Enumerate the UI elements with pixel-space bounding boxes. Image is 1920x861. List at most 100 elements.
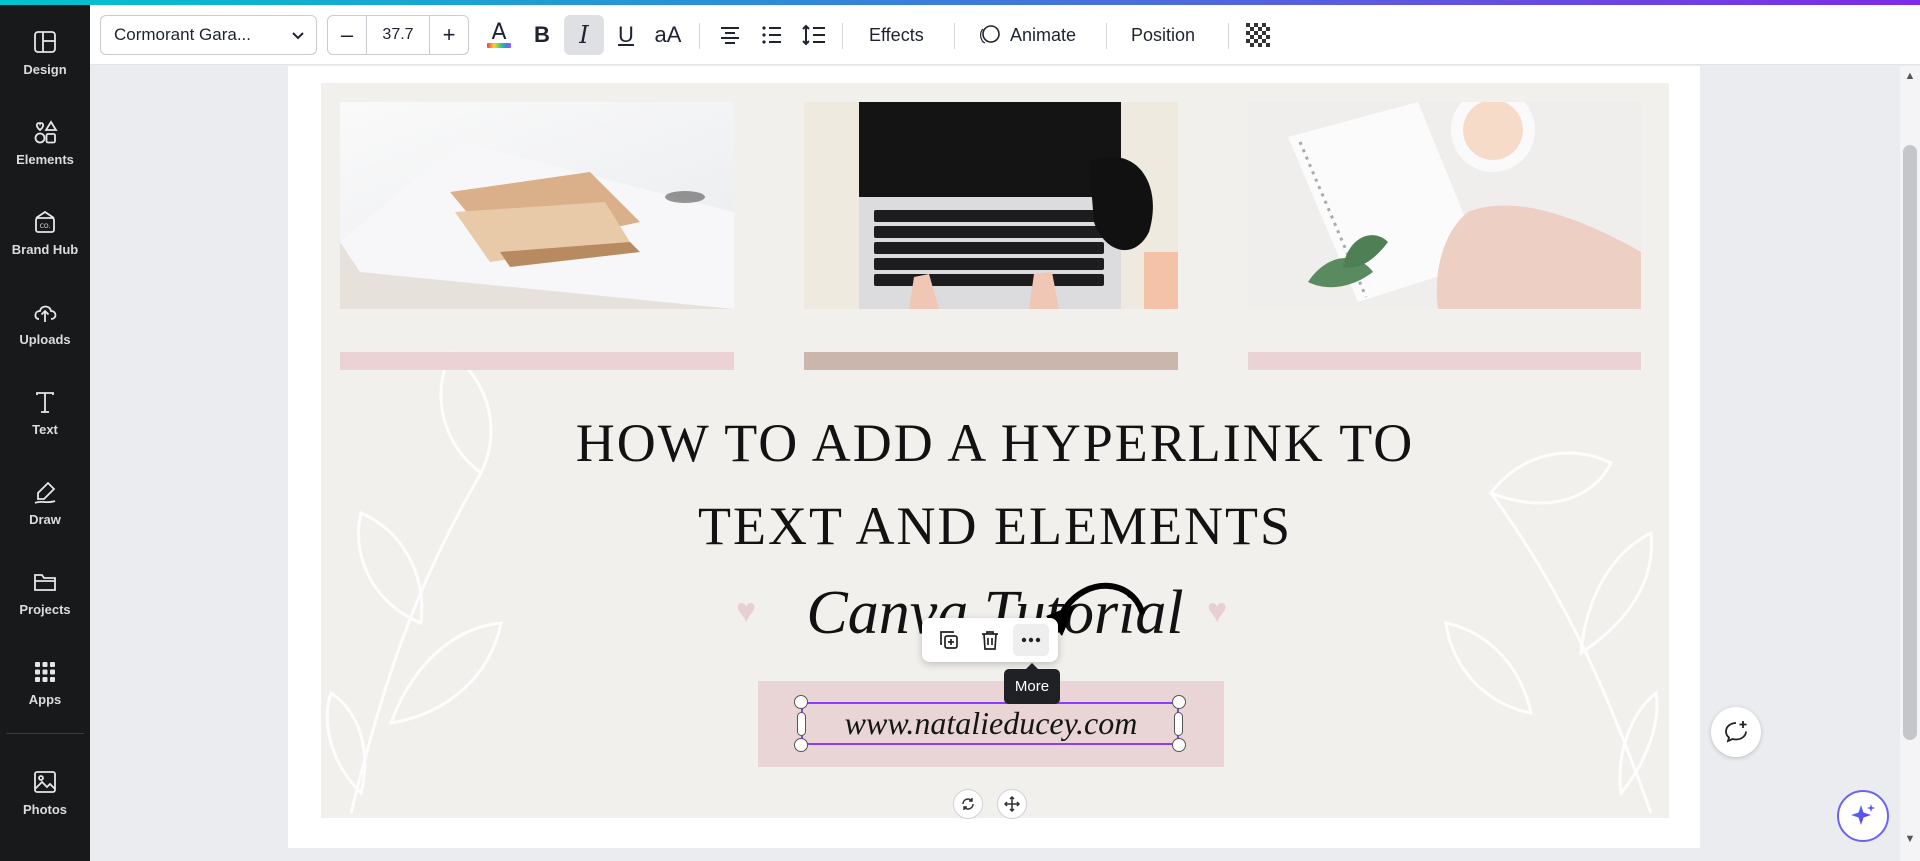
more-options-button[interactable] bbox=[1013, 624, 1050, 656]
sidebar-item-uploads[interactable]: Uploads bbox=[0, 292, 90, 372]
decorative-bar-left[interactable] bbox=[340, 352, 734, 370]
elements-icon bbox=[34, 120, 58, 144]
svg-text:CO.: CO. bbox=[40, 223, 51, 230]
increase-font-size-button[interactable]: + bbox=[430, 16, 468, 54]
letter-case-icon: aA bbox=[654, 22, 682, 47]
more-horizontal-icon bbox=[1022, 637, 1041, 643]
decrease-font-size-button[interactable]: – bbox=[328, 16, 366, 54]
sparkle-icon bbox=[1851, 804, 1875, 825]
toolbar-separator bbox=[842, 23, 843, 49]
animate-button[interactable]: Animate bbox=[966, 15, 1086, 55]
resize-handle-top-right[interactable] bbox=[1172, 695, 1186, 709]
bold-icon: B bbox=[534, 22, 550, 47]
sidebar-item-draw[interactable]: Draw bbox=[0, 472, 90, 552]
sidebar-item-label: Draw bbox=[29, 512, 61, 527]
bullet-list-icon bbox=[762, 26, 781, 44]
font-size-stepper: – 37.7 + bbox=[327, 15, 469, 55]
sidebar-item-label: Uploads bbox=[19, 332, 71, 347]
duplicate-button[interactable] bbox=[931, 624, 967, 656]
position-button[interactable]: Position bbox=[1121, 15, 1205, 55]
sidebar-divider bbox=[6, 733, 84, 734]
transparency-button[interactable] bbox=[1238, 15, 1278, 55]
brand-hub-icon: CO. bbox=[35, 210, 55, 233]
move-icon bbox=[1004, 796, 1020, 812]
svg-text:A: A bbox=[491, 20, 506, 45]
scrollbar-thumb[interactable] bbox=[1903, 145, 1917, 740]
sidebar-item-apps[interactable]: Apps bbox=[0, 652, 90, 732]
title-line-2[interactable]: TEXT AND ELEMENTS bbox=[321, 495, 1669, 557]
sidebar-item-label: Brand Hub bbox=[11, 242, 79, 257]
scroll-up-arrow-icon[interactable]: ▲ bbox=[1902, 70, 1918, 82]
spacing-button[interactable] bbox=[794, 15, 834, 55]
move-button[interactable] bbox=[997, 789, 1027, 819]
comment-add-icon bbox=[1725, 721, 1747, 743]
laptop-image bbox=[804, 102, 1178, 309]
delete-button[interactable] bbox=[972, 624, 1008, 656]
rotate-icon bbox=[962, 798, 974, 810]
sidebar-item-projects[interactable]: Projects bbox=[0, 562, 90, 642]
more-tooltip: More bbox=[1004, 663, 1060, 704]
sidebar-item-label: Elements bbox=[16, 152, 74, 167]
toolbar-separator bbox=[1106, 23, 1107, 49]
notebook-photo[interactable] bbox=[1248, 102, 1641, 309]
align-center-icon bbox=[721, 27, 739, 44]
text-toolbar: Cormorant Gara... – 37.7 + A B I U aA Ef… bbox=[90, 5, 1920, 65]
text-color-icon: A bbox=[487, 20, 511, 48]
italic-button[interactable]: I bbox=[564, 15, 604, 55]
projects-icon bbox=[34, 574, 56, 591]
italic-icon: I bbox=[579, 21, 589, 49]
sidebar-item-label: Design bbox=[23, 62, 67, 77]
font-size-input[interactable]: 37.7 bbox=[366, 16, 430, 54]
photos-icon bbox=[34, 771, 56, 793]
transparency-icon bbox=[1246, 23, 1270, 47]
sidebar-item-photos[interactable]: Photos bbox=[0, 762, 90, 842]
sidebar-item-design[interactable]: Design bbox=[0, 22, 90, 102]
top-gradient-strip bbox=[0, 0, 1920, 5]
title-line-1[interactable]: HOW TO ADD A HYPERLINK TO bbox=[321, 412, 1669, 474]
underline-icon: U bbox=[618, 22, 634, 47]
sidebar-item-text[interactable]: Text bbox=[0, 382, 90, 462]
animate-icon bbox=[980, 25, 1000, 44]
sidebar-item-label: Text bbox=[32, 422, 58, 437]
decorative-bar-right[interactable] bbox=[1248, 352, 1641, 370]
trash-icon bbox=[981, 631, 998, 650]
decorative-bar-center[interactable] bbox=[804, 352, 1178, 370]
duplicate-icon bbox=[939, 631, 958, 649]
font-family-dropdown[interactable]: Cormorant Gara... bbox=[100, 15, 317, 55]
resize-handle-bottom-right[interactable] bbox=[1172, 738, 1186, 752]
sidebar-item-label: Projects bbox=[19, 602, 71, 617]
resize-handle-left[interactable] bbox=[797, 712, 806, 736]
resize-handle-bottom-left[interactable] bbox=[794, 738, 808, 752]
stapler-photo[interactable] bbox=[340, 102, 734, 309]
magic-assistant-button[interactable] bbox=[1837, 790, 1889, 842]
rotate-button[interactable] bbox=[953, 789, 983, 819]
sidebar-item-brand-hub[interactable]: CO. Brand Hub bbox=[0, 202, 90, 282]
uploads-icon bbox=[34, 305, 57, 322]
selection-box bbox=[801, 702, 1179, 745]
scroll-down-arrow-icon[interactable]: ▼ bbox=[1902, 833, 1918, 845]
font-family-value: Cormorant Gara... bbox=[114, 25, 251, 44]
sidebar-item-elements[interactable]: Elements bbox=[0, 112, 90, 192]
effects-button[interactable]: Effects bbox=[859, 15, 934, 55]
chevron-down-icon bbox=[292, 32, 304, 40]
draw-icon bbox=[34, 481, 56, 504]
line-spacing-icon bbox=[802, 24, 825, 46]
laptop-photo[interactable] bbox=[804, 102, 1178, 309]
text-color-button[interactable]: A bbox=[479, 15, 519, 55]
sidebar-item-label: Photos bbox=[22, 802, 68, 817]
add-comment-button[interactable] bbox=[1711, 707, 1761, 757]
stapler-image bbox=[340, 142, 734, 309]
design-icon bbox=[34, 31, 56, 53]
toolbar-separator bbox=[699, 23, 700, 49]
letter-case-button[interactable]: aA bbox=[648, 15, 688, 55]
sidebar-item-label: Apps bbox=[28, 692, 62, 707]
list-button[interactable] bbox=[752, 15, 792, 55]
underline-button[interactable]: U bbox=[606, 15, 646, 55]
resize-handle-right[interactable] bbox=[1174, 712, 1183, 736]
sidebar: Design Elements CO. Brand Hub Uploads Te… bbox=[0, 0, 90, 861]
alignment-button[interactable] bbox=[710, 15, 750, 55]
heart-icon: ♥ bbox=[1207, 592, 1228, 630]
resize-handle-top-left[interactable] bbox=[794, 695, 808, 709]
bold-button[interactable]: B bbox=[522, 15, 562, 55]
notebook-image bbox=[1248, 102, 1641, 309]
